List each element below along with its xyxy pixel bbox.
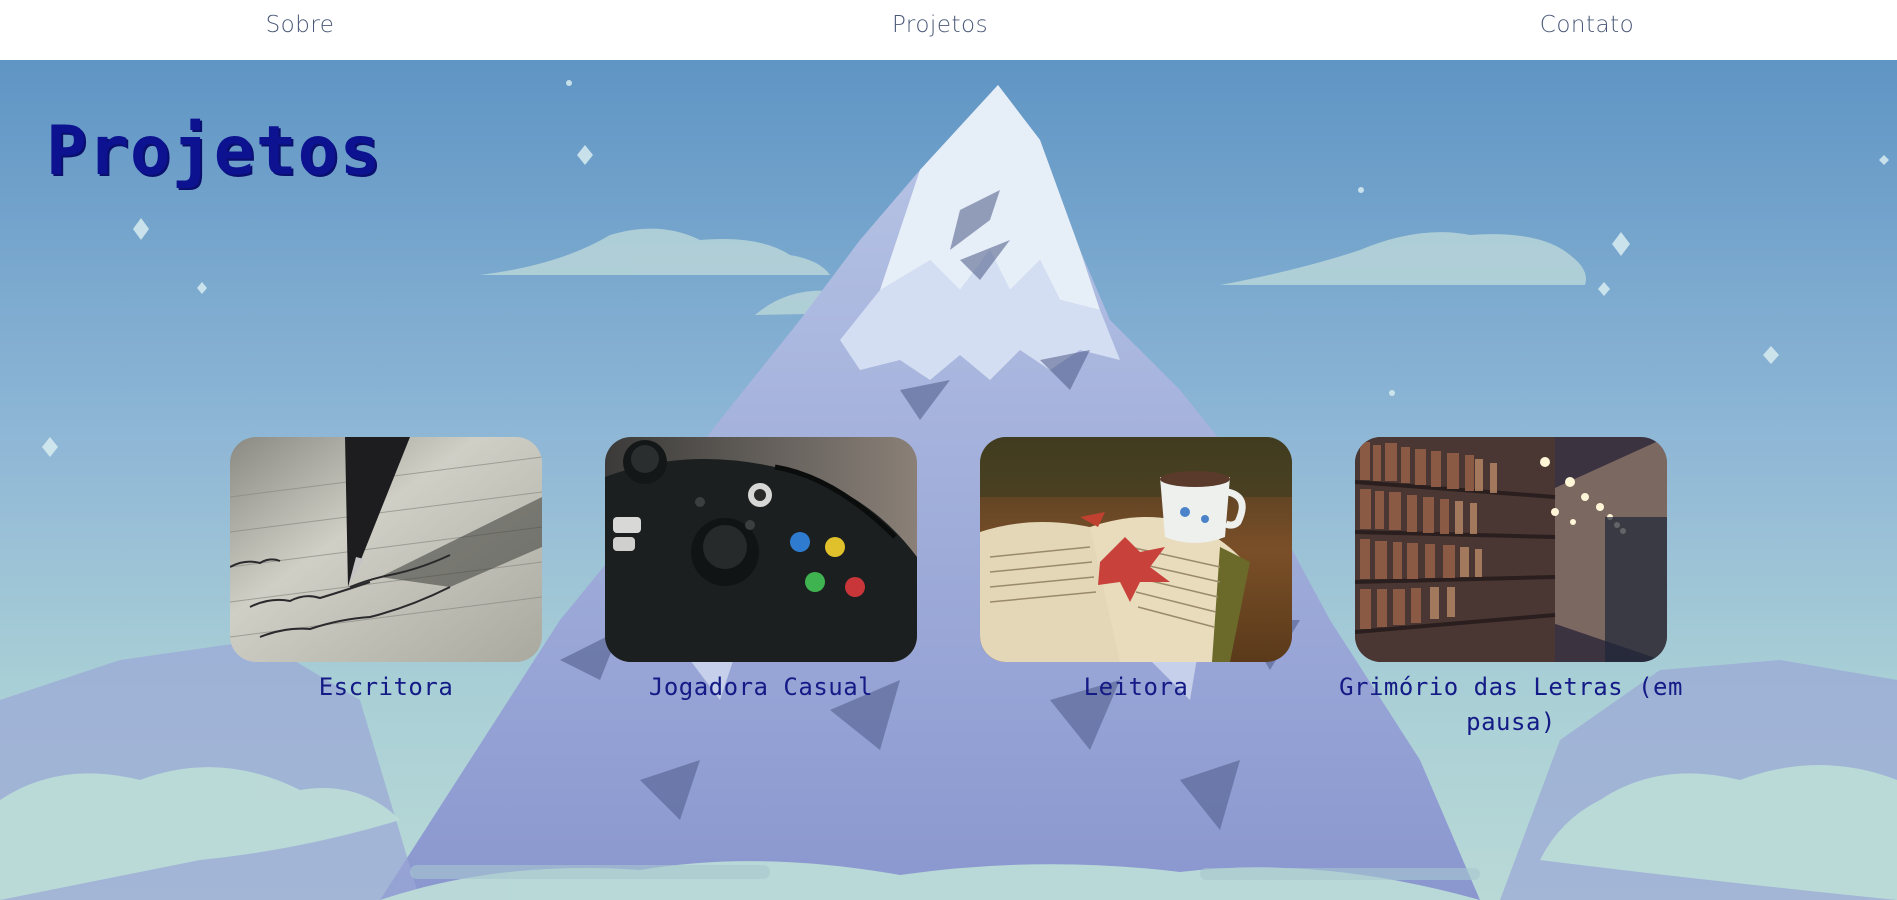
project-caption: Jogadora Casual (648, 673, 874, 701)
page-title: Projetos (46, 112, 382, 191)
project-card-jogadora-casual[interactable]: Jogadora Casual (605, 437, 917, 705)
nav-link-projetos[interactable]: Projetos (892, 12, 988, 38)
game-controller-image[interactable] (605, 437, 917, 662)
project-caption: Escritora (318, 673, 454, 701)
library-bookshelves-image[interactable] (1355, 437, 1667, 662)
nav-link-contato[interactable]: Contato (1540, 12, 1634, 38)
project-caption: Grimório das Letras (em pausa) (1339, 673, 1683, 736)
open-book-with-tea-image[interactable] (980, 437, 1292, 662)
project-card-grimorio-das-letras[interactable]: Grimório das Letras (em pausa) (1339, 437, 1682, 740)
nav-link-sobre[interactable]: Sobre (266, 12, 335, 38)
top-nav: Sobre Projetos Contato (0, 0, 1897, 60)
project-card-escritora[interactable]: Escritora (230, 437, 542, 705)
project-card-leitora[interactable]: Leitora (980, 437, 1292, 705)
project-caption: Leitora (1083, 673, 1189, 701)
fountain-pen-writing-image[interactable] (230, 437, 542, 662)
